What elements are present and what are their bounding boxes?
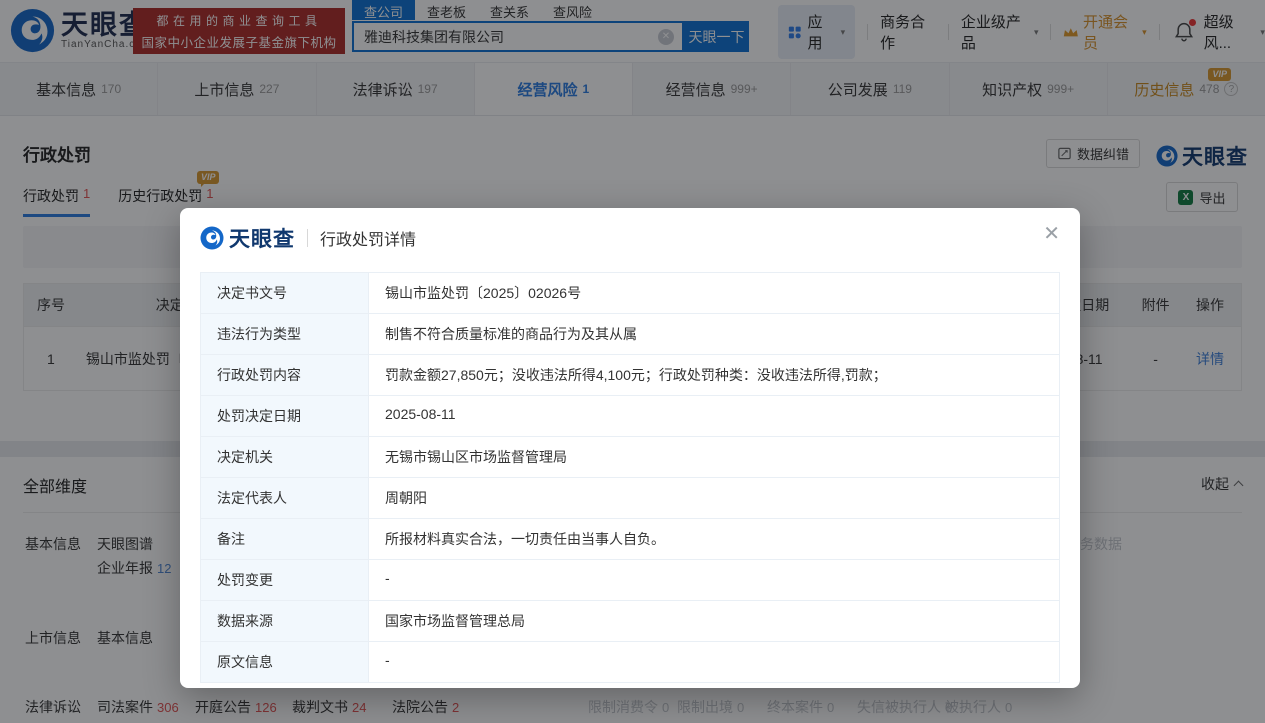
detail-row: 决定书文号 锡山市监处罚〔2025〕02026号 — [201, 273, 1059, 313]
detail-row: 违法行为类型 制售不符合质量标准的商品行为及其从属 — [201, 313, 1059, 354]
detail-label: 决定书文号 — [201, 273, 369, 313]
detail-value: 所报材料真实合法，一切责任由当事人自负。 — [369, 519, 1059, 559]
detail-value: 罚款金额27,850元；没收违法所得4,100元；行政处罚种类：没收违法所得,罚… — [369, 355, 1059, 395]
modal-header: 天眼查 行政处罚详情 ✕ — [180, 208, 1080, 265]
penalty-detail-modal: 天眼查 行政处罚详情 ✕ 决定书文号 锡山市监处罚〔2025〕02026号 违法… — [180, 208, 1080, 688]
detail-label: 处罚决定日期 — [201, 396, 369, 436]
detail-row: 备注 所报材料真实合法，一切责任由当事人自负。 — [201, 518, 1059, 559]
detail-value: - — [369, 560, 1059, 600]
detail-label: 原文信息 — [201, 642, 369, 682]
close-icon[interactable]: ✕ — [1043, 224, 1060, 244]
detail-row: 原文信息 - — [201, 641, 1059, 682]
modal-title: 行政处罚详情 — [320, 226, 416, 250]
detail-row: 处罚变更 - — [201, 559, 1059, 600]
detail-label: 行政处罚内容 — [201, 355, 369, 395]
detail-value: 2025-08-11 — [369, 396, 1059, 436]
detail-row: 行政处罚内容 罚款金额27,850元；没收违法所得4,100元；行政处罚种类：没… — [201, 354, 1059, 395]
detail-value: 制售不符合质量标准的商品行为及其从属 — [369, 314, 1059, 354]
detail-value: 锡山市监处罚〔2025〕02026号 — [369, 273, 1059, 313]
detail-label: 法定代表人 — [201, 478, 369, 518]
modal-brand-name: 天眼查 — [229, 223, 295, 253]
tianyancha-swirl-icon — [200, 226, 224, 250]
detail-row: 决定机关 无锡市锡山区市场监督管理局 — [201, 436, 1059, 477]
detail-label: 处罚变更 — [201, 560, 369, 600]
detail-label: 数据来源 — [201, 601, 369, 641]
detail-value: 国家市场监督管理总局 — [369, 601, 1059, 641]
modal-detail-table: 决定书文号 锡山市监处罚〔2025〕02026号 违法行为类型 制售不符合质量标… — [200, 272, 1060, 683]
detail-row: 数据来源 国家市场监督管理总局 — [201, 600, 1059, 641]
modal-brand: 天眼查 — [200, 223, 295, 253]
tianyancha-page: 天眼查 TianYanCha.com 都在用的商业查询工具 国家中小企业发展子基… — [0, 0, 1265, 723]
detail-value: - — [369, 642, 1059, 682]
detail-row: 法定代表人 周朝阳 — [201, 477, 1059, 518]
divider — [307, 229, 308, 247]
detail-row: 处罚决定日期 2025-08-11 — [201, 395, 1059, 436]
detail-value: 周朝阳 — [369, 478, 1059, 518]
detail-label: 备注 — [201, 519, 369, 559]
detail-label: 决定机关 — [201, 437, 369, 477]
detail-label: 违法行为类型 — [201, 314, 369, 354]
detail-value: 无锡市锡山区市场监督管理局 — [369, 437, 1059, 477]
